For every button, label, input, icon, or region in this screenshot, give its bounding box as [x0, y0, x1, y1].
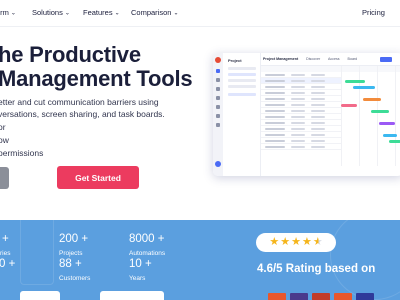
band-decoration [330, 220, 400, 300]
preview-tab: Board [347, 57, 358, 61]
nav-item-label: Features [83, 8, 113, 17]
gantt-gridline [377, 66, 378, 166]
nav-pricing-link[interactable]: Pricing [362, 8, 385, 17]
preview-icon-rail [213, 53, 223, 176]
gantt-bar [389, 140, 400, 143]
stat-value: + [2, 233, 9, 245]
rail-calendar-icon [216, 96, 220, 100]
gantt-bar [383, 134, 397, 137]
preview-panel-row [228, 73, 256, 76]
app-logo-icon [215, 57, 221, 63]
rail-tasks-icon [216, 87, 220, 91]
gantt-bar [371, 110, 389, 113]
gantt-gridline [341, 66, 342, 166]
hero-feature-item: permissions [0, 148, 44, 158]
hero-title-line-1: he Productive [0, 42, 141, 67]
hero-feature-item: or [0, 122, 6, 132]
preview-panel-row [228, 79, 256, 82]
stat-label: Projects [59, 250, 83, 257]
nav-item-features[interactable]: Features ⌄ [83, 8, 120, 17]
star-icon: ★ [280, 236, 291, 248]
nav-item-label: orm [0, 8, 9, 17]
hero-title-line-2: Management Tools [0, 66, 193, 91]
rail-chat-icon [216, 105, 220, 109]
bottom-card [100, 291, 164, 300]
preview-project-panel: Project [223, 53, 261, 176]
preview-panel-row [228, 67, 256, 70]
gantt-bar [363, 98, 381, 101]
stat-value: 10 + [129, 258, 152, 270]
chevron-down-icon: ⌄ [173, 10, 179, 17]
preview-tab: Project Management [263, 57, 299, 61]
star-icon: ★ [291, 236, 301, 248]
chevron-down-icon: ⌄ [64, 10, 70, 17]
preview-action-button [380, 57, 392, 62]
stat-value: 88 + [59, 258, 82, 270]
rating-text: 4.6/5 Rating based on [257, 263, 376, 275]
gantt-bar [341, 104, 357, 107]
preview-table-row [261, 144, 341, 150]
stat-label: Automations [129, 250, 166, 257]
gantt-gridline [395, 66, 396, 166]
gantt-bar [345, 80, 365, 83]
stat-label: ries [0, 250, 11, 257]
stat-label: Years [129, 275, 146, 282]
preview-tabs: Project Management Discover Access Board [263, 57, 364, 61]
rail-home-icon [216, 69, 220, 73]
rating-stars-pill: ★ ★ ★ ★ ★ [256, 233, 336, 252]
band-decoration [20, 220, 54, 285]
review-badge [268, 293, 286, 300]
review-badge [334, 293, 352, 300]
nav-item-platform[interactable]: orm⌄ [0, 8, 16, 17]
review-badge [312, 293, 330, 300]
chevron-down-icon: ⌄ [114, 10, 120, 17]
preview-panel-row [228, 93, 256, 96]
preview-tab: Discover [306, 57, 321, 61]
nav-item-label: Solutions [32, 8, 63, 17]
chevron-down-icon: ⌄ [10, 10, 16, 17]
preview-tab: Access [327, 57, 340, 61]
rail-add-icon [215, 161, 221, 167]
bottom-card [20, 291, 60, 300]
review-badge [356, 293, 374, 300]
top-navbar: orm⌄ Solutions⌄ Features⌄ Comparison⌄ Pr… [0, 0, 400, 26]
stat-value: 200 + [59, 233, 89, 245]
preview-panel-row [228, 85, 256, 88]
stat-value: 8000 + [129, 233, 165, 245]
hero-description-line-1: etter and cut communication barriers usi… [0, 97, 159, 107]
hero-description-line-2: versations, screen sharing, and task boa… [0, 109, 165, 119]
gantt-bar [353, 86, 375, 89]
hero-feature-item: ow [0, 135, 9, 145]
rail-settings-icon [216, 123, 220, 127]
rail-inbox-icon [216, 78, 220, 82]
nav-item-solutions[interactable]: Solutions ⌄ [32, 8, 70, 17]
get-started-button[interactable]: Get Started [57, 166, 139, 189]
stat-label: Customers [59, 275, 91, 282]
review-badge [290, 293, 308, 300]
nav-divider [0, 26, 400, 27]
rail-docs-icon [216, 114, 220, 118]
half-star-icon: ★ [312, 236, 323, 248]
star-icon: ★ [269, 236, 280, 248]
secondary-button[interactable] [0, 167, 9, 189]
gantt-bar [379, 122, 395, 125]
nav-item-comparison[interactable]: Comparison ⌄ [131, 8, 178, 17]
star-icon: ★ [301, 236, 312, 248]
stat-value: 0 + [0, 258, 16, 270]
preview-panel-title: Project [228, 58, 242, 63]
nav-item-label: Comparison [131, 8, 172, 17]
app-preview-screenshot: Project Project Management Discover Acce… [213, 53, 400, 176]
